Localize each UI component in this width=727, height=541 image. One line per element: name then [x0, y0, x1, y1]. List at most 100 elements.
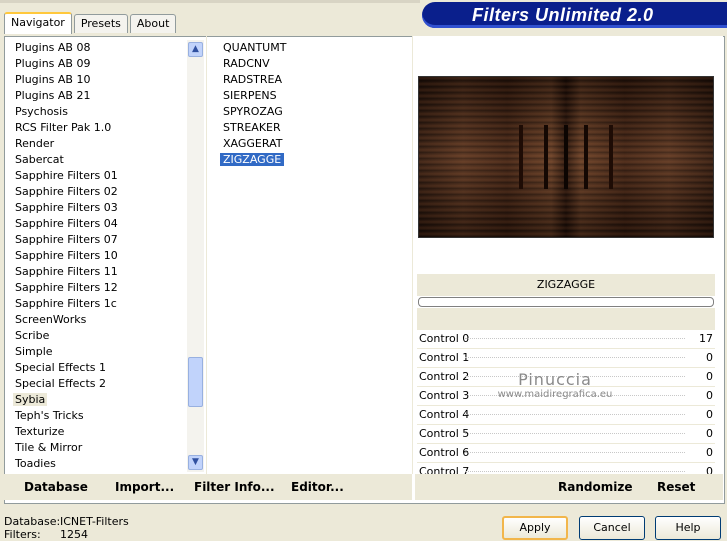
- category-item[interactable]: Sapphire Filters 03: [8, 200, 186, 216]
- database-button[interactable]: Database: [24, 474, 88, 500]
- control-label: Control 4: [419, 408, 470, 421]
- filter-item[interactable]: ZIGZAGGE: [216, 152, 410, 168]
- preview-image: [418, 76, 714, 238]
- reset-button[interactable]: Reset: [657, 474, 695, 500]
- help-button[interactable]: Help: [655, 516, 721, 540]
- control-slider[interactable]: [465, 452, 685, 454]
- control-slider[interactable]: [465, 357, 685, 359]
- control-row[interactable]: Control 5 0: [417, 425, 715, 444]
- column-divider: [206, 36, 207, 474]
- control-slider[interactable]: [465, 471, 685, 473]
- watermark-url: www.maidiregrafica.eu: [497, 389, 613, 400]
- category-label: Tile & Mirror: [15, 441, 83, 454]
- control-label: Control 6: [419, 446, 470, 459]
- category-item[interactable]: Sapphire Filters 04: [8, 216, 186, 232]
- filter-label: ZIGZAGGE: [220, 153, 285, 166]
- filters-count: 1254: [60, 528, 88, 541]
- filter-info-button[interactable]: Filter Info...: [194, 474, 275, 500]
- category-item[interactable]: Sabercat: [8, 152, 186, 168]
- category-item[interactable]: Plugins AB 08: [8, 40, 186, 56]
- category-list[interactable]: Plugins AB 08 Plugins AB 09 Plugins AB 10 P…: [8, 40, 186, 472]
- category-label: Sapphire Filters 1c: [15, 297, 117, 310]
- app-title: Filters Unlimited 2.0: [472, 5, 654, 25]
- control-row[interactable]: Control 6 0: [417, 444, 715, 463]
- category-item[interactable]: Tile & Mirror: [8, 440, 186, 456]
- category-item[interactable]: Toadies: [8, 456, 186, 472]
- category-item[interactable]: Sapphire Filters 11: [8, 264, 186, 280]
- category-scrollbar[interactable]: ▲ ▼: [187, 40, 204, 472]
- category-label: Sapphire Filters 07: [15, 233, 118, 246]
- category-item[interactable]: ScreenWorks: [8, 312, 186, 328]
- category-label: Sabercat: [15, 153, 64, 166]
- tab-bar: Navigator Presets About: [4, 12, 178, 34]
- filter-item[interactable]: RADSTREA: [216, 72, 410, 88]
- control-value: 0: [706, 370, 713, 383]
- category-item[interactable]: Sapphire Filters 02: [8, 184, 186, 200]
- category-label: Sapphire Filters 04: [15, 217, 118, 230]
- category-label: Special Effects 1: [15, 361, 107, 374]
- control-label: Control 5: [419, 427, 470, 440]
- category-item[interactable]: Simple: [8, 344, 186, 360]
- category-item[interactable]: Sybia: [8, 392, 186, 408]
- category-item[interactable]: Render: [8, 136, 186, 152]
- filter-item[interactable]: SPYROZAG: [216, 104, 410, 120]
- filter-item[interactable]: SIERPENS: [216, 88, 410, 104]
- scroll-up-icon[interactable]: ▲: [188, 42, 203, 57]
- category-label: Plugins AB 10: [15, 73, 91, 86]
- category-item[interactable]: Plugins AB 10: [8, 72, 186, 88]
- filter-item[interactable]: XAGGERAT: [216, 136, 410, 152]
- filter-label: QUANTUMT: [223, 41, 287, 54]
- editor-button[interactable]: Editor...: [291, 474, 344, 500]
- watermark: Pinuccia www.maidiregrafica.eu: [480, 370, 630, 400]
- import-button[interactable]: Import...: [115, 474, 174, 500]
- control-value: 0: [706, 446, 713, 459]
- category-item[interactable]: RCS Filter Pak 1.0: [8, 120, 186, 136]
- category-item[interactable]: Sapphire Filters 1c: [8, 296, 186, 312]
- control-slider[interactable]: [465, 414, 685, 416]
- control-value: 0: [706, 389, 713, 402]
- tab-presets[interactable]: Presets: [73, 14, 128, 33]
- control-value: 17: [699, 332, 713, 345]
- control-value: 0: [706, 408, 713, 421]
- scroll-down-icon[interactable]: ▼: [188, 455, 203, 470]
- filter-item[interactable]: RADCNV: [216, 56, 410, 72]
- category-label: Toadies: [15, 457, 56, 470]
- filter-item[interactable]: QUANTUMT: [216, 40, 410, 56]
- cancel-button[interactable]: Cancel: [579, 516, 645, 540]
- apply-button[interactable]: Apply: [502, 516, 568, 540]
- category-item[interactable]: Scribe: [8, 328, 186, 344]
- category-item[interactable]: Sapphire Filters 07: [8, 232, 186, 248]
- control-slider[interactable]: [465, 338, 685, 340]
- control-label: Control 1: [419, 351, 470, 364]
- category-item[interactable]: Sapphire Filters 12: [8, 280, 186, 296]
- category-label: ScreenWorks: [15, 313, 87, 326]
- category-item[interactable]: Texturize: [8, 424, 186, 440]
- control-label: Control 3: [419, 389, 470, 402]
- category-item[interactable]: Sapphire Filters 10: [8, 248, 186, 264]
- category-item[interactable]: Plugins AB 21: [8, 88, 186, 104]
- tab-about[interactable]: About: [129, 14, 177, 33]
- category-label: Plugins AB 09: [15, 57, 91, 70]
- category-item[interactable]: Special Effects 1: [8, 360, 186, 376]
- filter-label: SPYROZAG: [223, 105, 283, 118]
- filter-list[interactable]: QUANTUMT RADCNV RADSTREA SIERPENS SPYROZAG ST…: [216, 40, 410, 472]
- top-strip: [0, 0, 420, 3]
- category-label: Special Effects 2: [15, 377, 107, 390]
- control-value: 0: [706, 351, 713, 364]
- category-item[interactable]: Psychosis: [8, 104, 186, 120]
- category-item[interactable]: Sapphire Filters 01: [8, 168, 186, 184]
- randomize-button[interactable]: Randomize: [558, 474, 632, 500]
- category-label: Scribe: [15, 329, 50, 342]
- filter-item[interactable]: STREAKER: [216, 120, 410, 136]
- control-row[interactable]: Control 1 0: [417, 349, 715, 368]
- category-item[interactable]: Plugins AB 09: [8, 56, 186, 72]
- control-row[interactable]: Control 4 0: [417, 406, 715, 425]
- category-item[interactable]: Teph's Tricks: [8, 408, 186, 424]
- scroll-thumb[interactable]: [188, 357, 203, 407]
- filter-label: RADSTREA: [223, 73, 283, 86]
- control-row[interactable]: Control 0 17: [417, 330, 715, 349]
- controls-header: [417, 308, 715, 330]
- tab-navigator[interactable]: Navigator: [4, 12, 72, 34]
- control-slider[interactable]: [465, 433, 685, 435]
- category-item[interactable]: Special Effects 2: [8, 376, 186, 392]
